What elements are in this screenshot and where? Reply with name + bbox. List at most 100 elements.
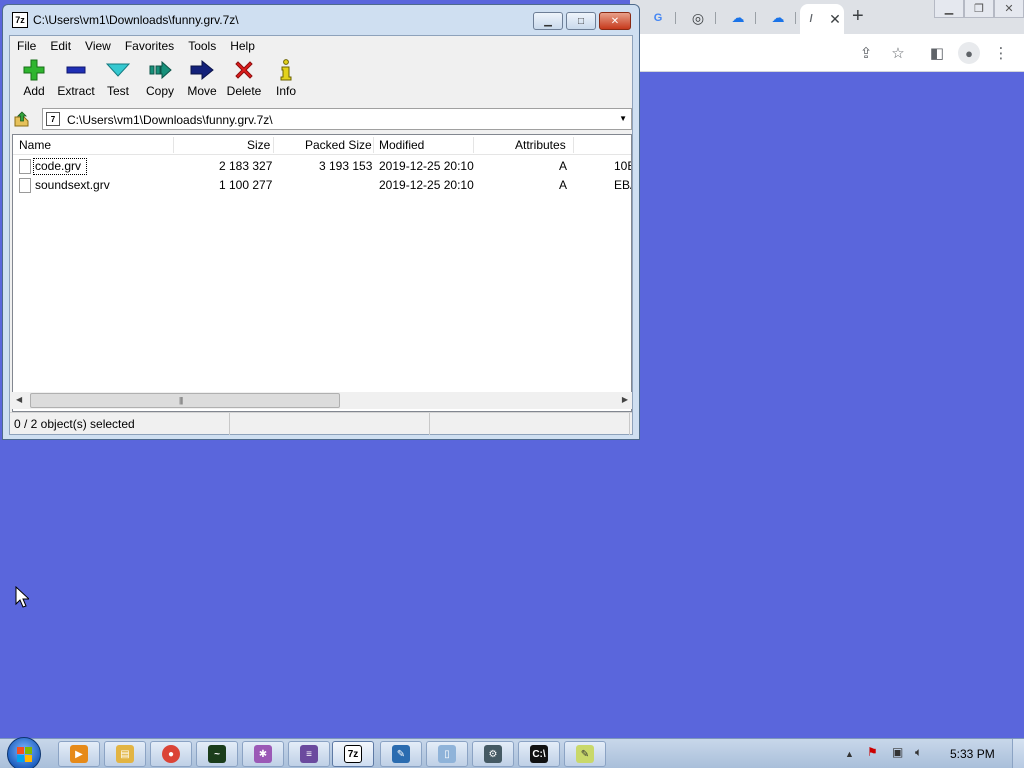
side-panel-icon[interactable]: ◧ bbox=[928, 44, 946, 62]
chrome-toolbar: ⇪ ☆ ◧ ● ⋮ bbox=[630, 34, 1024, 72]
column-size[interactable]: Size bbox=[247, 138, 270, 152]
chrome-icon: ● bbox=[162, 745, 180, 763]
close-button[interactable]: ✕ bbox=[599, 12, 631, 30]
minus-icon bbox=[55, 58, 97, 82]
taskbar-chrome[interactable]: ● bbox=[150, 741, 192, 767]
move-button[interactable]: Move bbox=[181, 58, 223, 104]
sevenzip-app-icon[interactable]: 7z bbox=[12, 12, 28, 28]
taskbar-app-8[interactable]: ✎ bbox=[380, 741, 422, 767]
file-size: 1 100 277 bbox=[219, 178, 273, 192]
chrome-tab-active[interactable]: / ✕ bbox=[800, 4, 844, 34]
copy-button[interactable]: Copy bbox=[139, 58, 181, 104]
file-list[interactable]: Name Size Packed Size Modified Attribute… bbox=[12, 134, 632, 412]
plus-icon bbox=[13, 58, 55, 82]
test-label: Test bbox=[106, 84, 129, 98]
column-attributes[interactable]: Attributes bbox=[515, 138, 566, 152]
chrome-tab-chrome[interactable]: ◎ bbox=[680, 4, 716, 32]
file-attributes: A bbox=[559, 159, 568, 173]
slash-icon: / bbox=[809, 13, 813, 25]
window-titlebar[interactable]: 7z C:\Users\vm1\Downloads\funny.grv.7z\ … bbox=[3, 5, 639, 35]
chrome-tab-google[interactable]: G bbox=[640, 4, 676, 32]
copy-arrow-icon bbox=[139, 58, 181, 82]
share-icon[interactable]: ⇪ bbox=[857, 44, 875, 62]
table-row[interactable]: soundsext.grv 1 100 277 2019-12-25 20:10… bbox=[13, 176, 631, 195]
taskbar-notepad[interactable]: ✎ bbox=[564, 741, 606, 767]
menu-help[interactable]: Help bbox=[223, 36, 262, 56]
mouse-cursor-icon bbox=[15, 586, 29, 608]
extract-button[interactable]: Extract bbox=[55, 58, 97, 104]
taskbar-7zip[interactable]: 7z bbox=[332, 741, 374, 767]
path-combobox[interactable]: 7 C:\Users\vm1\Downloads\funny.grv.7z\ ▼ bbox=[42, 108, 632, 130]
kebab-menu-icon[interactable]: ⋮ bbox=[992, 44, 1010, 62]
gear-icon: ⚙ bbox=[484, 745, 502, 763]
status-selection: 0 / 2 object(s) selected bbox=[10, 413, 230, 435]
taskbar-app-10[interactable]: ⚙ bbox=[472, 741, 514, 767]
action-center-icon[interactable]: ⚑ bbox=[867, 745, 878, 759]
up-folder-icon[interactable] bbox=[14, 111, 30, 127]
close-icon[interactable]: ✕ bbox=[994, 0, 1024, 18]
network-icon[interactable]: ▣ bbox=[892, 745, 903, 759]
status-cell-2 bbox=[230, 413, 430, 435]
file-attributes: A bbox=[559, 178, 568, 192]
clock[interactable]: 5:33 PM bbox=[950, 747, 995, 761]
folder-icon: ▤ bbox=[116, 745, 134, 763]
file-extra: 10E bbox=[614, 159, 631, 173]
move-arrow-icon bbox=[181, 58, 223, 82]
taskbar-monitor[interactable]: ~ bbox=[196, 741, 238, 767]
taskbar-app-6[interactable]: ≡ bbox=[288, 741, 330, 767]
chrome-window-controls: ▁ ❐ ✕ bbox=[934, 0, 1024, 20]
pen-icon: ✎ bbox=[392, 745, 410, 763]
sevenzip-icon: 7z bbox=[344, 745, 362, 763]
taskbar-media-player[interactable]: ▶ bbox=[58, 741, 100, 767]
info-button[interactable]: Info bbox=[265, 58, 307, 104]
file-packed-size: 3 193 153 bbox=[319, 159, 373, 173]
close-tab-icon[interactable]: ✕ bbox=[829, 11, 841, 28]
taskbar-app-9[interactable]: ▯ bbox=[426, 741, 468, 767]
menu-edit[interactable]: Edit bbox=[43, 36, 78, 56]
cloud-upload-icon: ☁ bbox=[731, 10, 745, 25]
bookmark-star-icon[interactable]: ☆ bbox=[889, 44, 907, 62]
horizontal-scrollbar[interactable]: ◀ ||| ▶ bbox=[12, 392, 632, 409]
scroll-left-icon[interactable]: ◀ bbox=[16, 395, 22, 404]
show-desktop-button[interactable] bbox=[1012, 739, 1024, 768]
new-tab-button[interactable]: + bbox=[852, 6, 864, 26]
delete-button[interactable]: Delete bbox=[223, 58, 265, 104]
menu-tools[interactable]: Tools bbox=[181, 36, 223, 56]
archive-icon: 7 bbox=[46, 112, 60, 126]
chrome-tab-cloud-1[interactable]: ☁ bbox=[720, 4, 756, 32]
tray-overflow-icon[interactable]: ▲ bbox=[845, 749, 854, 759]
menu-view[interactable]: View bbox=[78, 36, 118, 56]
puzzle-icon: ✱ bbox=[254, 745, 272, 763]
column-name[interactable]: Name bbox=[19, 138, 51, 152]
menu-favorites[interactable]: Favorites bbox=[118, 36, 181, 56]
taskbar-cmd[interactable]: C:\ bbox=[518, 741, 560, 767]
minimize-icon[interactable]: ▁ bbox=[934, 0, 964, 18]
main-toolbar: Add Extract Test Copy Move Delete Info bbox=[10, 56, 632, 106]
column-header: Name Size Packed Size Modified Attribute… bbox=[13, 135, 631, 155]
file-size: 2 183 327 bbox=[219, 159, 273, 173]
menu-file[interactable]: File bbox=[10, 36, 43, 56]
table-row[interactable]: code.grv 2 183 327 3 193 153 2019-12-25 … bbox=[13, 157, 631, 176]
scroll-thumb[interactable]: ||| bbox=[30, 393, 340, 408]
file-icon bbox=[19, 159, 31, 174]
maximize-button[interactable]: □ bbox=[566, 12, 596, 30]
scroll-right-icon[interactable]: ▶ bbox=[622, 395, 628, 404]
add-button[interactable]: Add bbox=[13, 58, 55, 104]
volume-icon[interactable]: 🔈︎ bbox=[915, 745, 922, 760]
move-label: Move bbox=[187, 84, 217, 98]
profile-avatar-icon[interactable]: ● bbox=[958, 42, 980, 64]
test-button[interactable]: Test bbox=[97, 58, 139, 104]
delete-label: Delete bbox=[226, 84, 262, 98]
restore-icon[interactable]: ❐ bbox=[964, 0, 994, 18]
file-name: code.grv bbox=[35, 159, 82, 173]
start-button[interactable] bbox=[7, 737, 41, 768]
chrome-tab-cloud-2[interactable]: ☁ bbox=[760, 4, 796, 32]
taskbar-app-5[interactable]: ✱ bbox=[242, 741, 284, 767]
column-packed-size[interactable]: Packed Size bbox=[305, 138, 372, 152]
minimize-button[interactable]: ▁ bbox=[533, 12, 563, 30]
menu-bar: File Edit View Favorites Tools Help bbox=[10, 36, 632, 56]
column-modified[interactable]: Modified bbox=[379, 138, 424, 152]
chevron-down-icon[interactable]: ▼ bbox=[619, 114, 627, 123]
sevenzip-window: 7z C:\Users\vm1\Downloads\funny.grv.7z\ … bbox=[2, 4, 640, 440]
taskbar-explorer[interactable]: ▤ bbox=[104, 741, 146, 767]
